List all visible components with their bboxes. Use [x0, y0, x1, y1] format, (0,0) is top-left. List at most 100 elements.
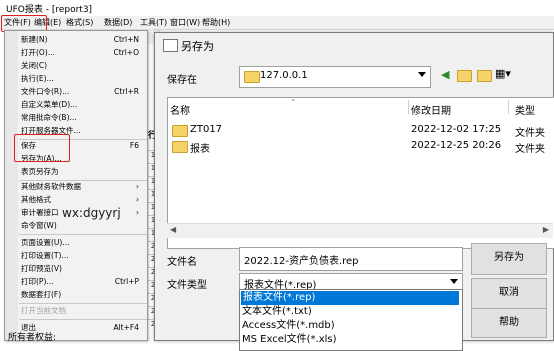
- dialog-icon: [163, 39, 178, 52]
- view-menu-icon[interactable]: ▦▾: [495, 67, 511, 80]
- menu-data[interactable]: 数据(D): [104, 17, 132, 28]
- menu-item-shortcut: Ctrl+R: [114, 87, 139, 96]
- menu-item-data-overprint[interactable]: 数据套打(F): [19, 288, 143, 301]
- filename-input[interactable]: 2022.12-资产负债表.rep: [239, 247, 463, 271]
- menu-item-print-preview[interactable]: 打印预览(V): [19, 262, 143, 275]
- filetype-option[interactable]: 报表文件(*.rep): [241, 291, 459, 305]
- menu-item-open[interactable]: 打开(O)... Ctrl+O: [19, 46, 143, 59]
- chevron-down-icon: [450, 279, 458, 284]
- menu-format[interactable]: 格式(S): [66, 17, 93, 28]
- menu-item-label: 打印预览(V): [21, 264, 62, 273]
- file-type: 文件夹: [515, 144, 545, 155]
- menu-item-label: 关闭(C): [21, 61, 48, 70]
- menu-item-shortcut: Ctrl+O: [113, 48, 139, 57]
- file-date: 2022-12-02 17:25: [411, 124, 502, 135]
- menu-item-label: 常用批命令(B)...: [21, 113, 77, 122]
- file-date: 2022-12-25 20:26: [411, 140, 502, 151]
- submenu-arrow-icon: ›: [136, 208, 139, 217]
- back-arrow-icon[interactable]: ◀: [441, 68, 449, 81]
- submenu-arrow-icon: ›: [136, 195, 139, 204]
- filetype-label: 文件类型: [167, 280, 207, 291]
- menu-item-label: 其他财务软件数据: [21, 182, 81, 191]
- menu-separator: [19, 319, 147, 320]
- save-in-value: 127.0.0.1: [260, 70, 308, 81]
- menu-item-other-finance-data[interactable]: 其他财务软件数据 ›: [19, 180, 143, 193]
- menu-item-label: 自定义菜单(D)...: [21, 100, 78, 109]
- menu-item-other-formats[interactable]: 其他格式 ›: [19, 193, 143, 206]
- sheet-bottom-text: 所有者权益:: [8, 333, 57, 343]
- menu-item-close[interactable]: 关闭(C): [19, 59, 143, 72]
- column-type-header[interactable]: 类型: [515, 102, 535, 117]
- cancel-button[interactable]: 取消: [471, 278, 547, 310]
- filetype-dropdown-list: 报表文件(*.rep) 文本文件(*.txt) Access文件(*.mdb) …: [239, 289, 463, 351]
- horizontal-scrollbar[interactable]: ◀ ▶: [167, 223, 553, 238]
- dialog-title: 另存为: [181, 40, 214, 53]
- chevron-down-icon: [418, 72, 426, 77]
- menu-tools[interactable]: 工具(T): [140, 17, 167, 28]
- menu-bar: 文件(F) 编辑(E) 格式(S) 数据(D) 工具(T) 窗口(W) 帮助(H…: [0, 16, 554, 30]
- new-folder-icon[interactable]: [477, 70, 492, 82]
- menu-item-page-setup[interactable]: 页面设置(U)...: [19, 236, 143, 249]
- menu-window[interactable]: 窗口(W): [170, 17, 200, 28]
- column-name-header[interactable]: 名称: [170, 102, 190, 117]
- scroll-right-icon[interactable]: ▶: [543, 225, 549, 234]
- save-in-combo[interactable]: 127.0.0.1: [239, 66, 431, 88]
- save-as-dialog: 另存为 保存在 127.0.0.1 ◀ ▦▾ 名称 ⌃ 修改日期 类型 ZT01…: [154, 32, 554, 351]
- menu-item-file-password[interactable]: 文件口令(R)... Ctrl+R: [19, 85, 143, 98]
- title-bar: UFO报表 - [report3]: [0, 0, 554, 16]
- menu-item-label: 打开当前文档: [21, 306, 66, 315]
- file-menu: 新建(N) Ctrl+N 打开(O)... Ctrl+O 关闭(C) 执行(E)..…: [4, 30, 148, 341]
- menu-item-command-window[interactable]: 命令窗(W): [19, 219, 143, 232]
- menu-item-shortcut: Alt+F4: [113, 323, 139, 332]
- folder-icon: [172, 141, 188, 153]
- menu-item-label: 数据套打(F): [21, 290, 62, 299]
- menu-item-print[interactable]: 打印(P)... Ctrl+P: [19, 275, 143, 288]
- file-menu-gutter: [5, 31, 18, 340]
- column-separator: [508, 100, 509, 114]
- menu-item-custom-menu[interactable]: 自定义菜单(D)...: [19, 98, 143, 111]
- menu-item-print-setup[interactable]: 打印设置(T)...: [19, 249, 143, 262]
- menu-item-shortcut: Ctrl+P: [114, 277, 139, 286]
- menu-item-label: 命令窗(W): [21, 221, 57, 230]
- submenu-arrow-icon: ›: [136, 182, 139, 191]
- menu-item-label: 打印(P)...: [21, 277, 54, 286]
- menu-item-new[interactable]: 新建(N) Ctrl+N: [19, 33, 143, 46]
- menu-help[interactable]: 帮助(H): [202, 17, 230, 28]
- filetype-option[interactable]: 文本文件(*.txt): [242, 305, 312, 319]
- menu-separator: [19, 234, 147, 235]
- filetype-option[interactable]: MS Excel文件(*.xls): [242, 333, 337, 347]
- menu-item-label: 执行(E)...: [21, 74, 54, 83]
- window-title: UFO报表 - [report3]: [6, 5, 93, 15]
- menu-item-execute[interactable]: 执行(E)...: [19, 72, 143, 85]
- scroll-left-icon[interactable]: ◀: [170, 225, 176, 234]
- menu-item-label: 表页另存为: [21, 167, 59, 176]
- file-name: 报表: [190, 144, 210, 155]
- watermark-text: wx:dgyyrj: [62, 206, 121, 220]
- file-name: ZT017: [190, 124, 223, 135]
- menu-item-open-current-document: 打开当前文档: [19, 304, 143, 317]
- menu-item-label: 审计署接口: [21, 208, 59, 217]
- menu-item-label: 文件口令(R)...: [21, 87, 70, 96]
- menu-item-label: 打开(O)...: [21, 48, 55, 57]
- column-date-header[interactable]: 修改日期: [411, 102, 451, 117]
- help-button[interactable]: 帮助: [471, 308, 547, 338]
- sort-up-icon: ⌃: [290, 98, 297, 107]
- save-in-label: 保存在: [167, 75, 197, 86]
- highlight-save-items: [14, 134, 70, 162]
- menu-item-batch-commands[interactable]: 常用批命令(B)...: [19, 111, 143, 124]
- filetype-option[interactable]: Access文件(*.mdb): [242, 319, 335, 333]
- folder-icon: [172, 125, 188, 137]
- menu-item-label: 其他格式: [21, 195, 51, 204]
- column-separator: [408, 100, 409, 114]
- up-folder-icon[interactable]: [457, 70, 472, 82]
- file-row[interactable]: ZT017 2022-12-02 17:25 文件夹: [168, 122, 554, 139]
- save-button[interactable]: 另存为: [471, 243, 547, 275]
- menu-item-label: 页面设置(U)...: [21, 238, 70, 247]
- file-type: 文件夹: [515, 128, 545, 139]
- folder-icon: [244, 71, 260, 83]
- menu-item-save-sheet-as[interactable]: 表页另存为: [19, 165, 143, 178]
- menu-item-shortcut: F6: [129, 141, 139, 150]
- file-row[interactable]: 报表 2022-12-25 20:26 文件夹: [168, 138, 554, 155]
- menu-item-label: 打印设置(T)...: [21, 251, 69, 260]
- filename-label: 文件名: [167, 257, 197, 268]
